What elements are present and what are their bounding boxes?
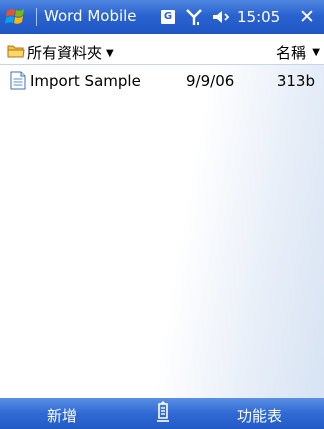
- keyboard-icon[interactable]: [150, 401, 176, 426]
- signal-icon[interactable]: [184, 7, 204, 27]
- chevron-down-icon: ▼: [106, 48, 114, 59]
- file-date: 9/9/06: [186, 72, 235, 90]
- clock[interactable]: 15:05: [237, 8, 280, 26]
- softkey-bar: 新增 功能表: [0, 398, 324, 429]
- folder-dropdown[interactable]: 所有資料夾 ▼: [27, 42, 114, 63]
- folder-icon: [7, 45, 25, 58]
- title-bar: Word Mobile G 15:05 ✕: [0, 0, 324, 34]
- document-icon: [10, 71, 26, 90]
- menu-softkey-button[interactable]: 功能表: [237, 405, 282, 426]
- folder-label: 所有資料夾: [27, 44, 103, 62]
- file-size: 313b: [276, 72, 315, 90]
- windows-start-icon[interactable]: [5, 7, 29, 27]
- close-icon[interactable]: ✕: [296, 6, 318, 28]
- file-list: Import Sample 9/9/06 313b: [0, 65, 324, 398]
- speaker-icon[interactable]: [211, 9, 231, 25]
- file-name: Import Sample: [30, 72, 141, 90]
- list-item[interactable]: Import Sample 9/9/06 313b: [0, 69, 324, 93]
- sort-chevron-down-icon[interactable]: ▼: [312, 47, 320, 58]
- new-softkey-button[interactable]: 新增: [47, 405, 77, 426]
- folder-bar: 所有資料夾 ▼ 名稱 ▼: [0, 34, 324, 65]
- sort-dropdown[interactable]: 名稱: [276, 42, 306, 63]
- title-separator: [36, 8, 37, 26]
- app-title: Word Mobile: [44, 7, 137, 25]
- g-badge-icon[interactable]: G: [161, 10, 175, 24]
